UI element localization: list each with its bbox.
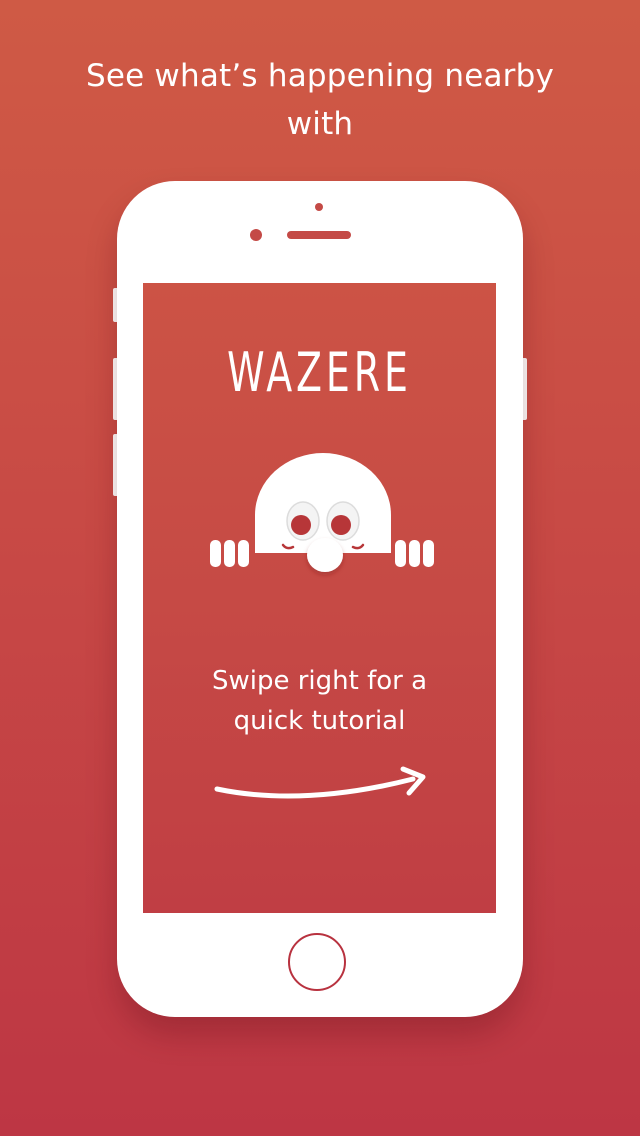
headline-line-2: with (286, 106, 354, 142)
sensor-dot-icon (315, 203, 323, 211)
swipe-right-arrow-icon (214, 766, 426, 799)
app-logo-wordmark: WAZERE (227, 341, 412, 404)
swipe-instruction-line-2: quick tutorial (233, 706, 406, 736)
home-button-icon[interactable] (288, 933, 346, 991)
swipe-instruction: Swipe right for a quick tutorial (143, 661, 496, 741)
swipe-instruction-line-1: Swipe right for a (211, 666, 428, 696)
front-camera-icon (250, 229, 262, 241)
phone-screen[interactable]: WAZERE Swipe right for a quick tutorial (143, 283, 496, 913)
headline-line-1: See what’s happening nearby (85, 58, 555, 94)
earpiece-speaker-icon (287, 231, 351, 239)
headline: See what’s happening nearby with (0, 52, 640, 148)
peeking-face-icon (210, 453, 434, 572)
